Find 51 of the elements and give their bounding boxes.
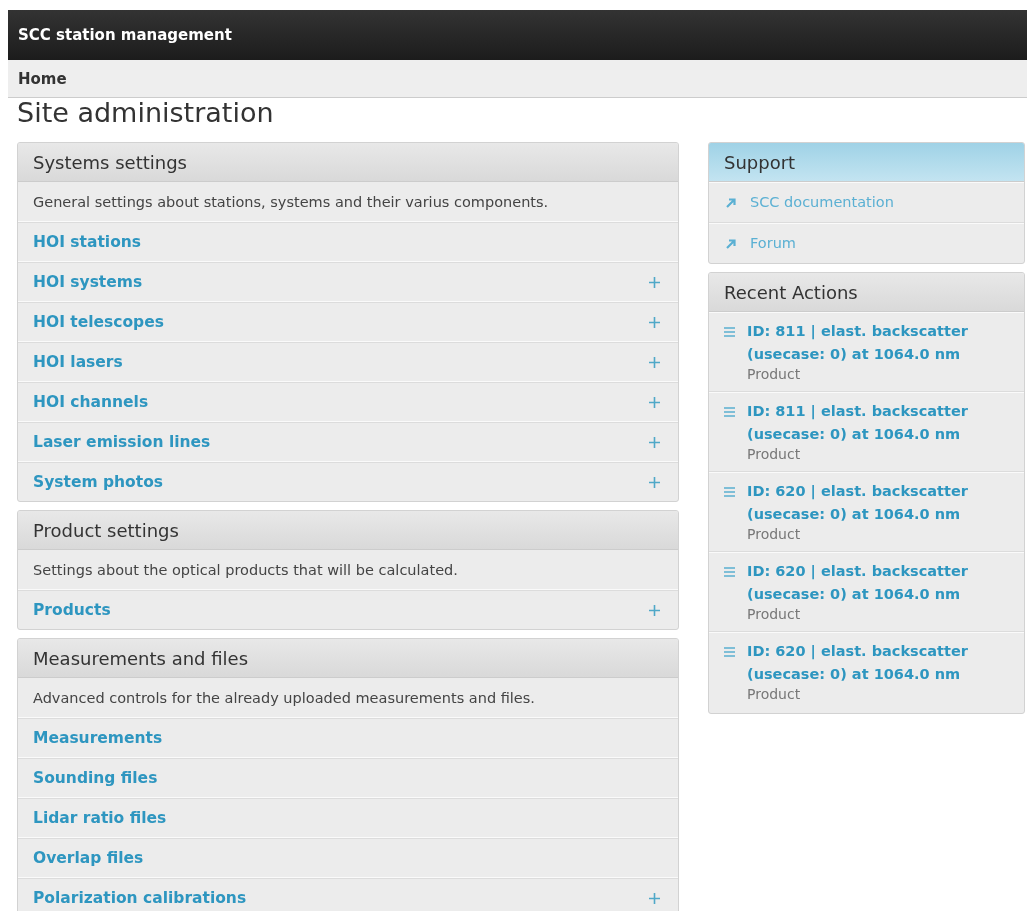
action-type: Product xyxy=(747,446,801,463)
module-link[interactable]: Lidar ratio files xyxy=(33,809,167,827)
action-type: Product xyxy=(747,526,801,543)
recent-action-link[interactable]: ID: 811 | elast. backscatter (usecase: 0) at 1064.0 nm xyxy=(747,320,977,366)
plus-icon[interactable] xyxy=(649,892,660,904)
module-link[interactable]: Overlap files xyxy=(33,849,144,867)
plus-icon[interactable] xyxy=(649,316,660,328)
module-header: Systems settings xyxy=(18,143,678,182)
arrow-icon xyxy=(726,197,736,208)
module-link[interactable]: HOI channels xyxy=(33,393,149,411)
module-link[interactable]: System photos xyxy=(33,473,164,491)
list-icon xyxy=(724,327,735,337)
module-link[interactable]: Products xyxy=(33,601,111,619)
module-link[interactable]: Laser emission lines xyxy=(33,433,211,451)
plus-icon[interactable] xyxy=(649,476,660,488)
list-icon xyxy=(724,407,735,417)
module-link[interactable]: Sounding files xyxy=(33,769,158,787)
panel-header: Recent Actions xyxy=(709,273,1024,312)
module-link[interactable]: HOI telescopes xyxy=(33,313,164,331)
action-type: Product xyxy=(747,606,801,623)
module-description: Settings about the optical products that will be calculated. xyxy=(18,550,678,590)
module-link[interactable]: Polarization calibrations xyxy=(33,889,247,907)
list-icon xyxy=(724,647,735,657)
plus-icon[interactable] xyxy=(649,436,660,448)
list-icon xyxy=(724,487,735,497)
module-link[interactable]: HOI stations xyxy=(33,233,142,251)
action-type: Product xyxy=(747,366,801,383)
module-description: General settings about stations, systems and their varius components. xyxy=(18,182,678,222)
plus-icon[interactable] xyxy=(649,356,660,368)
action-type: Product xyxy=(747,686,801,703)
support-link[interactable]: SCC documentation xyxy=(750,191,894,214)
arrow-icon xyxy=(726,238,736,249)
module-link[interactable]: HOI systems xyxy=(33,273,143,291)
module-header: Product settings xyxy=(18,511,678,550)
plus-icon[interactable] xyxy=(649,396,660,408)
module-description: Advanced controls for the already uploaded measurements and files. xyxy=(18,678,678,718)
list-icon xyxy=(724,567,735,577)
recent-action-link[interactable]: ID: 620 | elast. backscatter (usecase: 0) at 1064.0 nm xyxy=(747,560,977,606)
panel-header: Support xyxy=(709,143,1024,182)
module-link[interactable]: Measurements xyxy=(33,729,163,747)
plus-icon[interactable] xyxy=(649,276,660,288)
site-title: SCC station management xyxy=(18,26,232,44)
plus-icon[interactable] xyxy=(649,604,660,616)
recent-action-link[interactable]: ID: 811 | elast. backscatter (usecase: 0) at 1064.0 nm xyxy=(747,400,977,446)
page-title: Site administration xyxy=(16,98,275,128)
module-link[interactable]: HOI lasers xyxy=(33,353,123,371)
recent-action-link[interactable]: ID: 620 | elast. backscatter (usecase: 0) at 1064.0 nm xyxy=(747,640,977,686)
breadcrumb-link[interactable]: Home xyxy=(18,69,67,88)
recent-action-link[interactable]: ID: 620 | elast. backscatter (usecase: 0) at 1064.0 nm xyxy=(747,480,977,526)
module-header: Measurements and files xyxy=(18,639,678,678)
support-link[interactable]: Forum xyxy=(750,232,796,255)
